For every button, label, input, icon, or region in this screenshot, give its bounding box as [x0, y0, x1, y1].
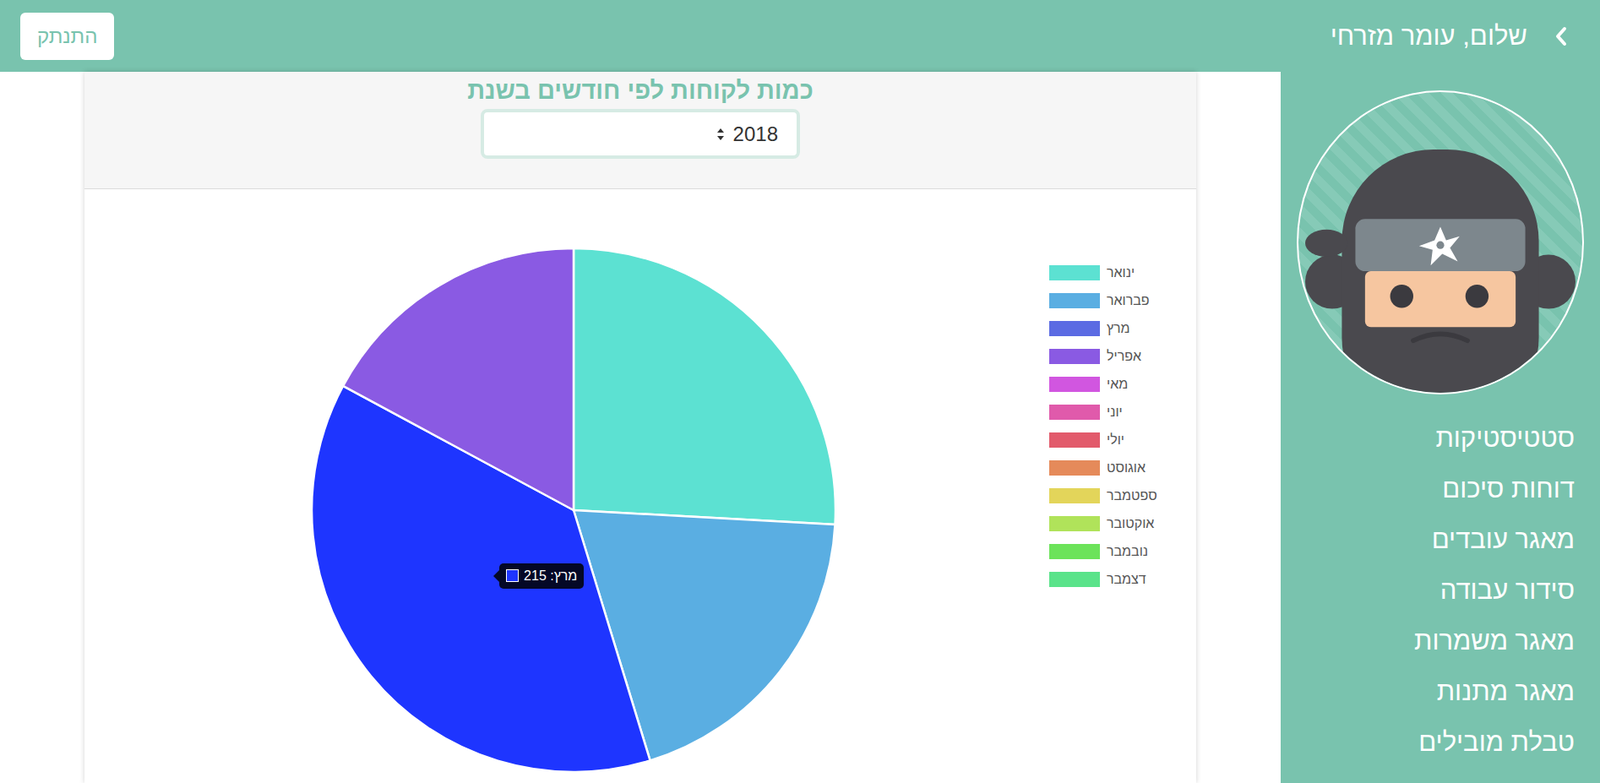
legend-item[interactable]: ספטמבר [1049, 488, 1158, 504]
chart-title: כמות לקוחות לפי חודשים בשנת [467, 75, 813, 106]
sidebar-item[interactable]: דוחות סיכום [1280, 463, 1575, 515]
legend-label: אוגוסט [1106, 460, 1146, 476]
legend-item[interactable]: נובמבר [1049, 544, 1158, 560]
pie-slice[interactable] [342, 248, 574, 511]
sidebar-item[interactable]: מאגר משמרות [1280, 615, 1575, 667]
sidebar-item[interactable]: טבלת מובילים [1280, 717, 1575, 768]
chart-tooltip: מרץ: 215 [499, 563, 584, 589]
legend-item[interactable]: מרץ [1049, 321, 1158, 337]
legend-swatch [1049, 321, 1100, 337]
legend-item[interactable]: יולי [1049, 432, 1158, 448]
legend-swatch [1049, 265, 1100, 281]
legend-label: ינואר [1106, 265, 1135, 281]
legend-label: מאי [1106, 376, 1128, 392]
legend-swatch [1049, 488, 1100, 504]
legend-label: יוני [1106, 404, 1123, 420]
legend-label: ספטמבר [1106, 488, 1158, 504]
legend-swatch [1049, 293, 1100, 309]
sidebar-item[interactable]: מאגר מתנות [1280, 666, 1575, 718]
chart-legend: ינואר פברואר מרץ אפריל מאי יוני יולי אוגוסט ספטמ… [1049, 265, 1158, 588]
greeting-group: שלום, עומר מזרחי [1330, 21, 1570, 52]
legend-label: דצמבר [1106, 571, 1147, 588]
legend-label: נובמבר [1106, 544, 1149, 560]
legend-item[interactable]: אפריל [1049, 348, 1158, 365]
pie-chart: מרץ: 215 [303, 239, 844, 781]
sidebar-item[interactable]: סידור עבודה [1280, 565, 1575, 616]
main-area: כמות לקוחות לפי חודשים בשנת 2018 מרץ: 215 י… [0, 71, 1281, 783]
year-select[interactable]: 2018 [480, 108, 800, 159]
avatar [1296, 90, 1584, 395]
card-header: כמות לקוחות לפי חודשים בשנת 2018 [84, 71, 1197, 190]
legend-swatch [1049, 376, 1100, 392]
legend-label: פברואר [1106, 293, 1150, 309]
tooltip-text: מרץ: 215 [523, 568, 577, 584]
legend-swatch [1049, 404, 1100, 420]
legend-item[interactable]: יוני [1049, 404, 1158, 420]
pie-svg [303, 239, 844, 781]
chart-body: מרץ: 215 ינואר פברואר מרץ אפריל מאי יוני יולי או… [84, 189, 1197, 783]
greeting: שלום, עומר מזרחי [1330, 21, 1528, 52]
sort-arrows-icon [716, 127, 725, 142]
legend-swatch [1049, 348, 1100, 365]
sidebar: סטטיסטיקותדוחות סיכוםמאגר עובדיםסידור עב… [1280, 71, 1600, 783]
legend-label: אוקטובר [1106, 516, 1154, 532]
legend-item[interactable]: מאי [1049, 376, 1158, 392]
legend-swatch [1049, 460, 1100, 476]
legend-item[interactable]: דצמבר [1049, 571, 1158, 588]
tooltip-swatch [506, 569, 519, 583]
year-value: 2018 [733, 122, 779, 147]
legend-item[interactable]: אוקטובר [1049, 516, 1158, 532]
pie-slice[interactable] [573, 248, 836, 525]
legend-swatch [1049, 516, 1100, 532]
legend-label: אפריל [1106, 348, 1142, 365]
sidebar-item[interactable]: סטטיסטיקות [1280, 413, 1575, 464]
ninja-icon [1305, 122, 1576, 393]
app: שלום, עומר מזרחי התנתק סטטיסטיקותדוחות סיכ… [0, 0, 1600, 783]
top-bar: שלום, עומר מזרחי התנתק [0, 0, 1600, 72]
sidebar-menu: סטטיסטיקותדוחות סיכוםמאגר עובדיםסידור עב… [1280, 394, 1600, 768]
chart-card: כמות לקוחות לפי חודשים בשנת 2018 מרץ: 215 י… [84, 71, 1197, 783]
legend-swatch [1049, 544, 1100, 560]
legend-label: יולי [1106, 432, 1125, 448]
chevron-icon[interactable] [1552, 23, 1570, 49]
legend-swatch [1049, 432, 1100, 448]
legend-item[interactable]: אוגוסט [1049, 460, 1158, 476]
sidebar-item[interactable]: מאגר עובדים [1280, 514, 1575, 566]
legend-label: מרץ [1106, 321, 1131, 337]
legend-swatch [1049, 571, 1100, 588]
logout-button[interactable]: התנתק [20, 12, 115, 60]
legend-item[interactable]: ינואר [1049, 265, 1158, 281]
legend-item[interactable]: פברואר [1049, 293, 1158, 309]
body: סטטיסטיקותדוחות סיכוםמאגר עובדיםסידור עב… [0, 71, 1600, 783]
